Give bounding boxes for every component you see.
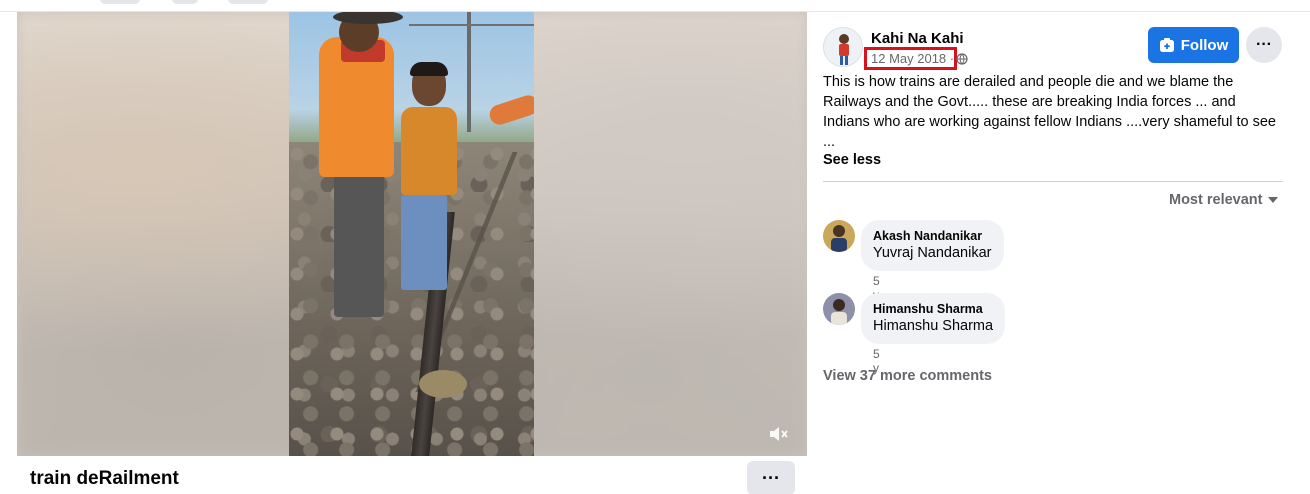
globe-icon <box>956 53 968 65</box>
video-frame[interactable] <box>289 12 534 456</box>
follow-label: Follow <box>1180 36 1229 54</box>
author-avatar[interactable] <box>823 27 863 67</box>
top-strip-ghost <box>172 0 198 4</box>
mute-button[interactable] <box>767 424 791 444</box>
video-pole <box>467 12 471 132</box>
top-strip <box>0 0 1310 12</box>
follow-plus-icon <box>1159 38 1174 52</box>
comment-text[interactable]: Yuvraj Nandanikar <box>873 244 992 263</box>
facebook-video-post: train deRailment ··· Kahi Na Kahi 12 May… <box>0 0 1310 494</box>
divider <box>823 181 1283 182</box>
post-date-text[interactable]: 12 May 2018 <box>871 51 946 66</box>
video-boy-body <box>401 107 457 195</box>
post-text: This is how trains are derailed and peop… <box>823 74 1276 150</box>
post-panel: Kahi Na Kahi 12 May 2018 · Follow ··· Th… <box>807 12 1310 494</box>
video-player[interactable] <box>17 12 807 456</box>
comment-sort-dropdown[interactable]: Most relevant <box>1169 192 1279 208</box>
top-strip-ghost <box>100 0 140 4</box>
post-date[interactable]: 12 May 2018 · <box>871 51 954 66</box>
comment-bubble: Akash Nandanikar Yuvraj Nandanikar <box>861 220 1004 271</box>
sort-label: Most relevant <box>1169 192 1263 208</box>
commenter-name[interactable]: Himanshu Sharma <box>873 301 993 317</box>
see-less-link[interactable]: See less <box>823 152 881 168</box>
video-caption: train deRailment <box>30 468 179 489</box>
commenter-name[interactable]: Akash Nandanikar <box>873 228 992 244</box>
video-more-button[interactable]: ··· <box>747 461 795 494</box>
video-boy-legs <box>401 195 447 290</box>
follow-button[interactable]: Follow <box>1148 27 1239 63</box>
video-rock <box>419 370 467 398</box>
comment-bubble: Himanshu Sharma Himanshu Sharma <box>861 293 1006 344</box>
video-wire <box>409 24 534 26</box>
caret-down-icon <box>1268 197 1279 203</box>
date-separator: · <box>949 51 955 66</box>
commenter-avatar[interactable] <box>823 220 855 252</box>
commenter-avatar[interactable] <box>823 293 855 325</box>
avatar-photo-icon <box>823 293 855 325</box>
video-arm <box>487 92 534 128</box>
video-boy-hair <box>410 62 448 76</box>
comment-text[interactable]: Himanshu Sharma <box>873 317 993 336</box>
speaker-muted-icon <box>770 427 788 441</box>
view-more-comments-link[interactable]: View 37 more comments <box>823 368 992 384</box>
author-name[interactable]: Kahi Na Kahi <box>871 30 964 47</box>
avatar-photo-icon <box>823 220 855 252</box>
top-strip-ghost <box>228 0 268 4</box>
video-man-legs <box>334 172 384 317</box>
avatar-figure-icon <box>824 28 862 66</box>
post-more-button[interactable]: ··· <box>1246 27 1282 63</box>
